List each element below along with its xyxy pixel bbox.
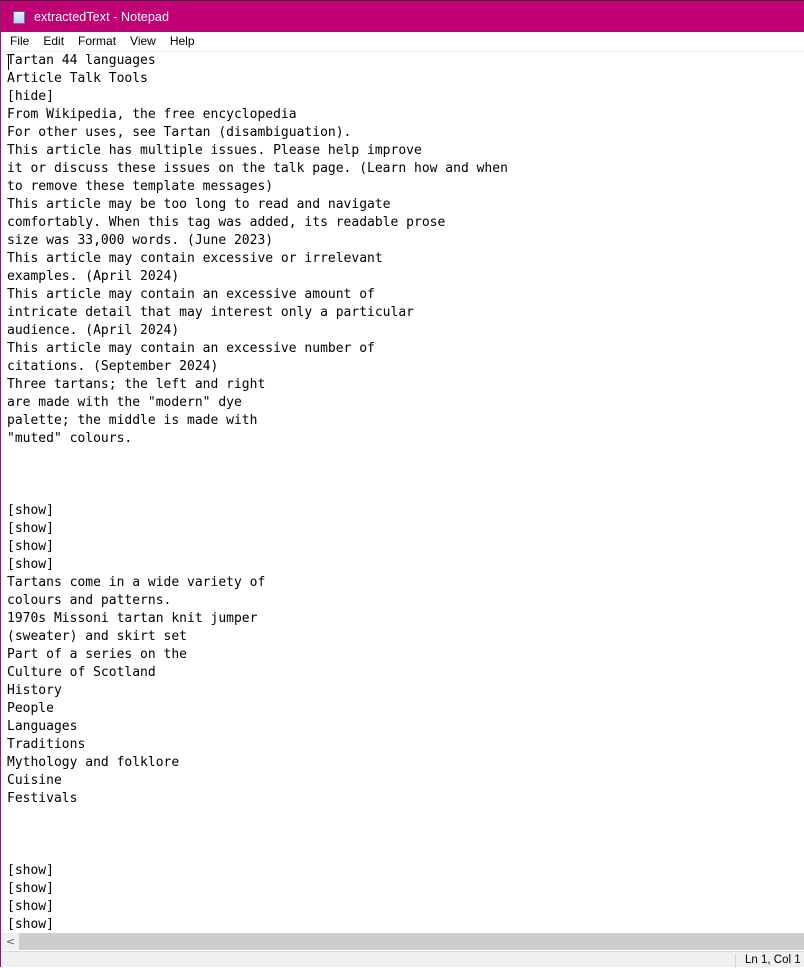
notepad-window: extractedText - Notepad File Edit Format…	[0, 0, 804, 968]
text-line	[7, 484, 804, 502]
text-line: comfortably. When this tag was added, it…	[7, 215, 446, 230]
text-line	[7, 844, 804, 862]
text-line: Languages	[7, 719, 78, 734]
text-line: are made with the "modern" dye	[7, 395, 242, 410]
text-line: History	[7, 683, 62, 698]
text-line: [hide]	[7, 89, 54, 104]
text-line: Culture of Scotland	[7, 665, 156, 680]
menu-format[interactable]: Format	[71, 32, 123, 51]
text-line: palette; the middle is made with	[7, 413, 258, 428]
text-line: [show]	[7, 917, 54, 932]
text-line: to remove these template messages)	[7, 179, 274, 194]
text-line: (sweater) and skirt set	[7, 629, 188, 644]
menu-help[interactable]: Help	[163, 32, 202, 51]
text-line: audience. (April 2024)	[7, 323, 180, 338]
text-caret	[8, 54, 9, 70]
horizontal-scrollbar[interactable]: <	[2, 933, 804, 950]
cursor-position: Ln 1, Col 1	[745, 954, 801, 966]
text-line: This article may contain an excessive nu…	[7, 341, 375, 356]
window-title: extractedText - Notepad	[34, 9, 170, 24]
chevron-left-icon[interactable]: <	[2, 933, 19, 950]
text-line: People	[7, 701, 54, 716]
text-line: colours and patterns.	[7, 593, 172, 608]
notepad-icon	[12, 8, 26, 25]
text-line: From Wikipedia, the free encyclopedia	[7, 107, 297, 122]
text-editor[interactable]: Tartan 44 languages Article Talk Tools [hi…	[2, 52, 804, 932]
text-line: Tartan 44 languages	[7, 53, 156, 68]
text-line: This article has multiple issues. Please…	[7, 143, 422, 158]
menu-file[interactable]: File	[1, 32, 36, 51]
text-line: size was 33,000 words. (June 2023)	[7, 233, 274, 248]
text-line	[7, 826, 804, 844]
text-line: [show]	[7, 521, 54, 536]
text-line: Three tartans; the left and right	[7, 377, 266, 392]
menu-edit[interactable]: Edit	[36, 32, 71, 51]
text-line: Part of a series on the	[7, 647, 188, 662]
text-line: citations. (September 2024)	[7, 359, 219, 374]
menu-bar: File Edit Format View Help	[1, 32, 804, 52]
text-line: [show]	[7, 539, 54, 554]
text-line: [show]	[7, 503, 54, 518]
text-line: examples. (April 2024)	[7, 269, 180, 284]
text-line: Tartans come in a wide variety of	[7, 575, 266, 590]
editor-text[interactable]: Tartan 44 languages Article Talk Tools [hi…	[2, 52, 804, 932]
text-line: [show]	[7, 899, 54, 914]
text-line: This article may be too long to read and…	[7, 197, 391, 212]
menu-view[interactable]: View	[123, 32, 163, 51]
text-line: Article Talk Tools	[7, 71, 148, 86]
status-divider	[735, 954, 736, 968]
text-line: [show]	[7, 557, 54, 572]
text-line: "muted" colours.	[7, 431, 133, 446]
text-line: Cuisine	[7, 773, 62, 788]
text-line	[7, 808, 804, 826]
text-line: 1970s Missoni tartan knit jumper	[7, 611, 258, 626]
status-bar: Ln 1, Col 1	[2, 951, 804, 968]
text-line: intricate detail that may interest only …	[7, 305, 414, 320]
text-line: [show]	[7, 863, 54, 878]
text-line	[7, 448, 804, 466]
text-line: Mythology and folklore	[7, 755, 180, 770]
text-line: it or discuss these issues on the talk p…	[7, 161, 508, 176]
title-bar[interactable]: extractedText - Notepad	[1, 0, 804, 32]
text-line: Traditions	[7, 737, 86, 752]
text-line: [show]	[7, 881, 54, 896]
text-line	[7, 466, 804, 484]
text-line: Festivals	[7, 791, 78, 806]
text-line: This article may contain excessive or ir…	[7, 251, 383, 266]
text-line: For other uses, see Tartan (disambiguati…	[7, 125, 352, 140]
text-line: This article may contain an excessive am…	[7, 287, 375, 302]
